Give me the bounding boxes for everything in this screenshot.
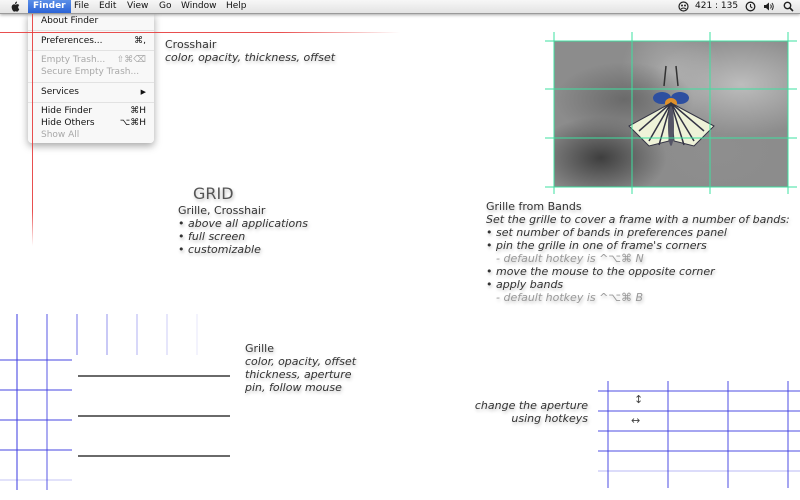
time-machine-icon[interactable] [745, 1, 756, 12]
butterfly-image [628, 65, 715, 147]
grille-blue-grid [0, 314, 220, 490]
menu-view[interactable]: View [122, 0, 153, 13]
menu-item-empty-trash[interactable]: Empty Trash... ⇧⌘⌫ [41, 54, 146, 66]
menu-item-show-all[interactable]: Show All [41, 129, 146, 141]
bands-line: • move the mouse to the opposite corner [486, 265, 715, 278]
menu-item-label: Empty Trash... [41, 55, 106, 65]
grid-bullet: • full screen [178, 230, 246, 243]
grid-app-icon[interactable] [678, 1, 689, 12]
menu-file[interactable]: File [69, 0, 94, 13]
grid-bullet: • customizable [178, 243, 261, 256]
menu-separator [28, 102, 154, 103]
submenu-arrow-icon: ▶ [140, 88, 146, 96]
menu-item-preferences[interactable]: Preferences... ⌘, [41, 35, 146, 47]
menu-separator [28, 30, 154, 31]
crosshair-subtitle: color, opacity, thickness, offset [165, 51, 336, 64]
bands-title: Grille from Bands [486, 200, 582, 213]
crosshair-title: Crosshair [165, 38, 217, 51]
grille-caption: Grille color, opacity, offset thickness,… [245, 342, 356, 394]
grid-bullet: • above all applications [178, 217, 308, 230]
menu-item-about-finder[interactable]: About Finder [41, 15, 146, 27]
menu-item-label: Services [41, 87, 79, 97]
menu-help[interactable]: Help [221, 0, 252, 13]
bands-hotkey-note: - default hotkey is ^⌥⌘ B [496, 291, 644, 304]
menu-finder[interactable]: Finder [28, 0, 71, 13]
bands-line: • set number of bands in preferences pan… [486, 226, 727, 239]
grille-line: thickness, aperture [245, 368, 352, 381]
coordinates-readout: 421 : 135 [695, 1, 739, 11]
menu-item-shortcut: ⇧⌘⌫ [116, 55, 146, 65]
spotlight-search-icon[interactable] [783, 1, 794, 12]
crosshair-caption: Crosshair color, opacity, thickness, off… [165, 38, 335, 64]
menu-item-shortcut: ⌥⌘H [119, 118, 146, 128]
aperture-line: change the aperture [474, 399, 588, 412]
bands-line: • pin the grille in one of frame's corne… [486, 239, 707, 252]
crosshair-vertical-line [32, 14, 33, 246]
horizontal-aperture-arrow-icon: ↔ [631, 414, 641, 427]
menu-separator [28, 82, 154, 83]
menu-item-label: Preferences... [41, 36, 103, 46]
grid-caption: GRID Grille, Crosshair • above all appli… [178, 184, 308, 256]
menu-separator [28, 50, 154, 51]
menu-go[interactable]: Go [154, 0, 176, 13]
grid-heading: GRID [193, 184, 234, 203]
crosshair-horizontal-line [0, 32, 400, 33]
menu-item-services[interactable]: Services ▶ [41, 86, 146, 98]
grid-title: Grille, Crosshair [178, 204, 266, 217]
menu-item-hide-finder[interactable]: Hide Finder ⌘H [41, 105, 146, 117]
menu-item-shortcut: ⌘, [134, 36, 146, 46]
menu-item-shortcut: ⌘H [130, 106, 146, 116]
volume-icon[interactable] [763, 1, 775, 12]
grille-line: color, opacity, offset [245, 355, 357, 368]
menu-window[interactable]: Window [176, 0, 222, 13]
bands-caption: Grille from Bands Set the grille to cove… [486, 200, 790, 304]
bands-intro: Set the grille to cover a frame with a n… [486, 213, 790, 226]
grille-gray-grid [78, 360, 230, 495]
menu-item-label: Hide Finder [41, 106, 93, 116]
grille-title: Grille [245, 342, 274, 355]
menu-item-label: About Finder [41, 16, 99, 26]
butterfly-photo [554, 41, 788, 187]
bands-line: • apply bands [486, 278, 564, 291]
menu-item-secure-empty-trash[interactable]: Secure Empty Trash... [41, 66, 146, 78]
menu-edit[interactable]: Edit [94, 0, 121, 13]
menu-item-hide-others[interactable]: Hide Others ⌥⌘H [41, 117, 146, 129]
menu-item-label: Show All [41, 130, 80, 140]
vertical-aperture-arrow-icon: ↕ [634, 393, 644, 406]
aperture-caption: change the aperture using hotkeys [470, 399, 588, 425]
grille-line: pin, follow mouse [245, 381, 342, 394]
menu-item-label: Hide Others [41, 118, 95, 128]
aperture-blue-grid [598, 381, 800, 488]
aperture-line: using hotkeys [511, 412, 588, 425]
bands-hotkey-note: - default hotkey is ^⌥⌘ N [496, 252, 644, 265]
menu-item-label: Secure Empty Trash... [41, 67, 140, 77]
apple-icon[interactable] [10, 1, 20, 12]
menu-bar: Finder File Edit View Go Window Help 421… [0, 0, 800, 14]
